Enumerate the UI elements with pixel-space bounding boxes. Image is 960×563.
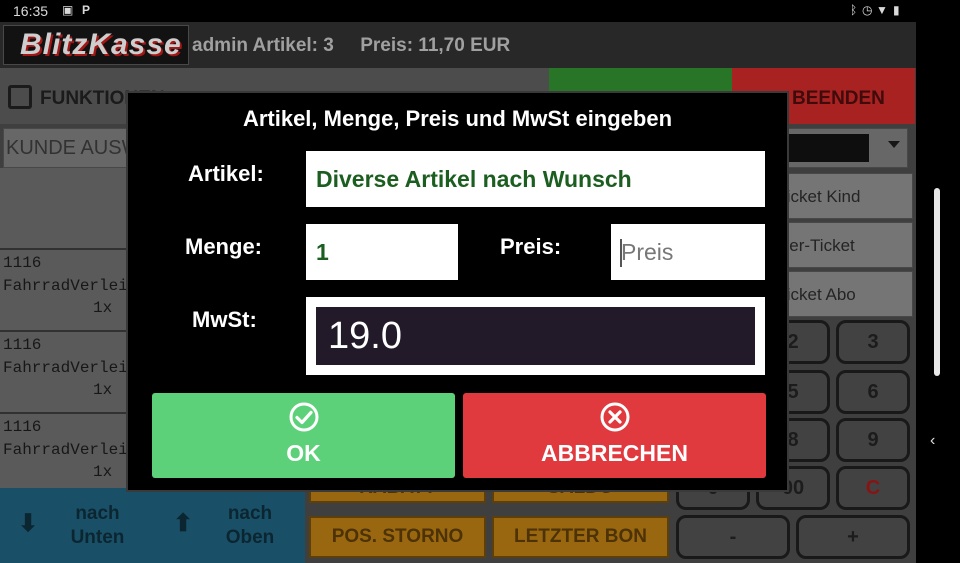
cancel-button[interactable]: ABBRECHEN <box>463 393 766 478</box>
menge-input[interactable]: 1 <box>306 224 458 280</box>
screen: 16:35 ▣ P ᛒ ◷ ▼ ▮ BlitzKasse admin Artik… <box>0 0 960 563</box>
preis-label: Preis: <box>500 234 562 259</box>
ok-button[interactable]: OK <box>152 393 455 478</box>
cancel-label: ABBRECHEN <box>541 440 688 466</box>
menge-label: Menge: <box>185 234 262 259</box>
system-nav-strip: ‹ <box>916 22 960 563</box>
artikel-label: Artikel: <box>188 161 264 186</box>
artikel-input[interactable]: Diverse Artikel nach Wunsch <box>306 151 765 207</box>
scrollbar[interactable] <box>934 188 940 376</box>
mwst-input[interactable]: 19.0 <box>316 307 755 365</box>
dialog-title: Artikel, Menge, Preis und MwSt eingeben <box>242 106 673 131</box>
check-circle-icon <box>289 402 318 432</box>
preis-input[interactable]: Preis <box>611 224 765 280</box>
back-chevron-icon[interactable]: ‹ <box>930 432 935 450</box>
ok-label: OK <box>286 440 321 466</box>
text-cursor <box>620 239 622 267</box>
mwst-label: MwSt: <box>192 307 257 332</box>
article-entry-dialog: Artikel, Menge, Preis und MwSt eingeben … <box>126 91 789 492</box>
close-circle-icon <box>600 402 629 432</box>
